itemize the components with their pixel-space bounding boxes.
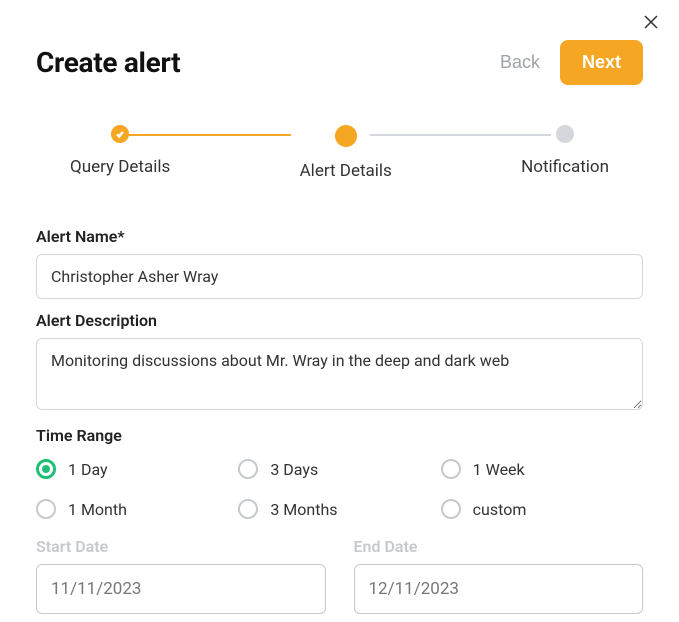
alert-form: Alert Name* Alert Description Time Range… xyxy=(0,201,679,614)
radio-icon xyxy=(441,459,461,479)
radio-icon xyxy=(36,499,56,519)
end-date-label: End Date xyxy=(354,537,644,556)
radio-custom[interactable]: custom xyxy=(441,499,643,519)
step-label: Query Details xyxy=(70,157,170,177)
start-date-label: Start Date xyxy=(36,537,326,556)
radio-3-days[interactable]: 3 Days xyxy=(238,459,440,479)
radio-icon xyxy=(238,499,258,519)
step-query-details[interactable]: Query Details xyxy=(70,125,170,177)
step-pending-dot-icon xyxy=(556,125,574,143)
step-active-dot-icon xyxy=(335,125,357,147)
alert-description-label: Alert Description xyxy=(36,311,643,330)
step-alert-details[interactable]: Alert Details xyxy=(300,125,392,181)
radio-icon xyxy=(36,459,56,479)
radio-1-month[interactable]: 1 Month xyxy=(36,499,238,519)
alert-name-input[interactable] xyxy=(36,254,643,299)
date-range-row: Start Date End Date xyxy=(36,537,643,614)
radio-label: 1 Week xyxy=(473,460,525,479)
close-icon xyxy=(643,15,659,34)
radio-3-months[interactable]: 3 Months xyxy=(238,499,440,519)
alert-name-field-group: Alert Name* xyxy=(36,227,643,299)
radio-label: 1 Day xyxy=(68,460,108,479)
radio-1-day[interactable]: 1 Day xyxy=(36,459,238,479)
radio-label: 3 Days xyxy=(270,460,318,479)
end-date-input[interactable] xyxy=(354,564,644,614)
time-range-label: Time Range xyxy=(36,426,643,445)
time-range-field-group: Time Range 1 Day 3 Days 1 Week 1 Month 3… xyxy=(36,426,643,519)
radio-1-week[interactable]: 1 Week xyxy=(441,459,643,479)
step-label: Alert Details xyxy=(300,161,392,181)
start-date-input[interactable] xyxy=(36,564,326,614)
radio-label: 1 Month xyxy=(68,500,127,519)
step-label: Notification xyxy=(521,157,609,177)
time-range-options: 1 Day 3 Days 1 Week 1 Month 3 Months cus… xyxy=(36,459,643,519)
start-date-field-group: Start Date xyxy=(36,537,326,614)
header-actions: Back Next xyxy=(494,40,643,85)
alert-description-field-group: Alert Description xyxy=(36,311,643,414)
next-button[interactable]: Next xyxy=(560,40,643,85)
end-date-field-group: End Date xyxy=(354,537,644,614)
dialog-header: Create alert Back Next xyxy=(0,0,679,85)
check-icon xyxy=(111,125,129,143)
radio-icon xyxy=(238,459,258,479)
radio-label: custom xyxy=(473,500,527,519)
progress-stepper: Query Details Alert Details Notification xyxy=(0,85,679,201)
back-button[interactable]: Back xyxy=(494,44,546,81)
alert-name-label: Alert Name* xyxy=(36,227,643,246)
radio-icon xyxy=(441,499,461,519)
radio-label: 3 Months xyxy=(270,500,337,519)
step-notification[interactable]: Notification xyxy=(521,125,609,177)
close-button[interactable] xyxy=(643,14,659,34)
page-title: Create alert xyxy=(36,46,180,79)
alert-description-input[interactable] xyxy=(36,338,643,410)
